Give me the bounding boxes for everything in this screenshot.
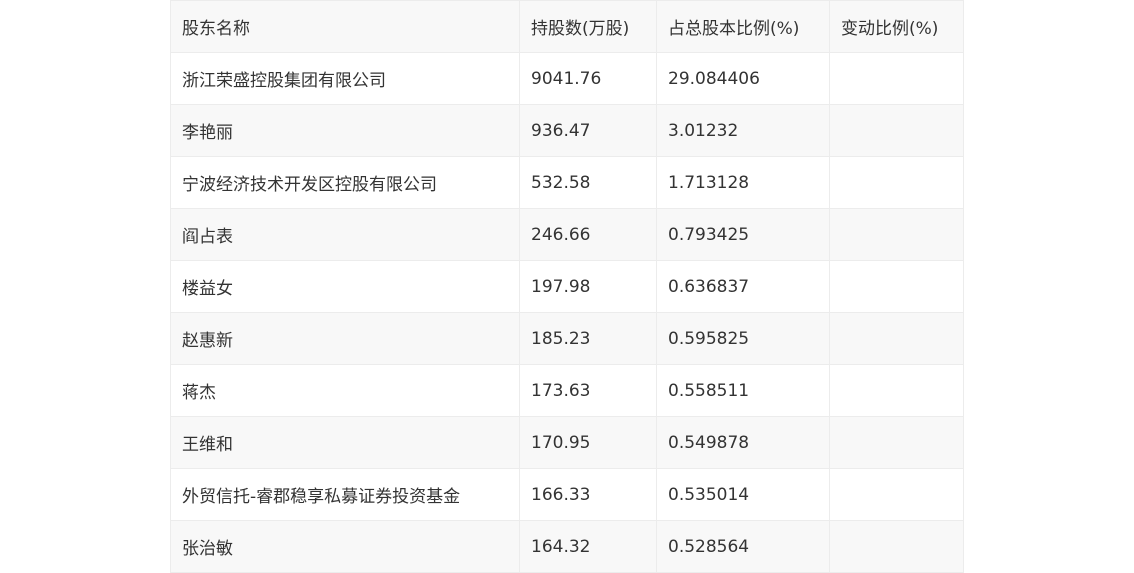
cell-shares-held: 9041.76: [519, 52, 657, 105]
cell-shares-held: 197.98: [519, 260, 657, 313]
cell-change-ratio: [829, 364, 964, 417]
cell-shares-held: 173.63: [519, 364, 657, 417]
cell-share-ratio: 0.528564: [656, 520, 830, 573]
header-shares-held: 持股数(万股): [519, 0, 657, 53]
cell-shareholder-name: 王维和: [170, 416, 520, 469]
cell-share-ratio: 0.595825: [656, 312, 830, 365]
cell-change-ratio: [829, 104, 964, 157]
table-row: 浙江荣盛控股集团有限公司 9041.76 29.084406: [170, 52, 964, 105]
cell-share-ratio: 3.01232: [656, 104, 830, 157]
cell-change-ratio: [829, 52, 964, 105]
cell-share-ratio: 0.636837: [656, 260, 830, 313]
cell-shares-held: 166.33: [519, 468, 657, 521]
shareholder-table-container: 股东名称 持股数(万股) 占总股本比例(%) 变动比例(%) 浙江荣盛控股集团有…: [170, 0, 964, 573]
header-change-ratio: 变动比例(%): [829, 0, 964, 53]
cell-shareholder-name: 浙江荣盛控股集团有限公司: [170, 52, 520, 105]
cell-shares-held: 170.95: [519, 416, 657, 469]
cell-change-ratio: [829, 520, 964, 573]
table-row: 张治敏 164.32 0.528564: [170, 520, 964, 573]
cell-change-ratio: [829, 312, 964, 365]
header-share-ratio: 占总股本比例(%): [656, 0, 830, 53]
cell-shareholder-name: 李艳丽: [170, 104, 520, 157]
table-row: 宁波经济技术开发区控股有限公司 532.58 1.713128: [170, 156, 964, 209]
cell-shares-held: 185.23: [519, 312, 657, 365]
cell-shares-held: 164.32: [519, 520, 657, 573]
cell-change-ratio: [829, 416, 964, 469]
cell-share-ratio: 29.084406: [656, 52, 830, 105]
cell-shareholder-name: 赵惠新: [170, 312, 520, 365]
table-row: 李艳丽 936.47 3.01232: [170, 104, 964, 157]
cell-shareholder-name: 楼益女: [170, 260, 520, 313]
cell-share-ratio: 0.793425: [656, 208, 830, 261]
cell-shareholder-name: 阎占表: [170, 208, 520, 261]
cell-shareholder-name: 外贸信托-睿郡稳享私募证券投资基金: [170, 468, 520, 521]
cell-share-ratio: 0.535014: [656, 468, 830, 521]
cell-change-ratio: [829, 156, 964, 209]
cell-shareholder-name: 宁波经济技术开发区控股有限公司: [170, 156, 520, 209]
cell-change-ratio: [829, 260, 964, 313]
cell-share-ratio: 0.549878: [656, 416, 830, 469]
table-header-row: 股东名称 持股数(万股) 占总股本比例(%) 变动比例(%): [170, 0, 964, 53]
table-row: 楼益女 197.98 0.636837: [170, 260, 964, 313]
table-row: 阎占表 246.66 0.793425: [170, 208, 964, 261]
cell-shareholder-name: 张治敏: [170, 520, 520, 573]
shareholder-table: 股东名称 持股数(万股) 占总股本比例(%) 变动比例(%) 浙江荣盛控股集团有…: [170, 0, 964, 573]
cell-shares-held: 246.66: [519, 208, 657, 261]
table-row: 外贸信托-睿郡稳享私募证券投资基金 166.33 0.535014: [170, 468, 964, 521]
table-row: 王维和 170.95 0.549878: [170, 416, 964, 469]
cell-shareholder-name: 蒋杰: [170, 364, 520, 417]
cell-change-ratio: [829, 468, 964, 521]
cell-shares-held: 532.58: [519, 156, 657, 209]
table-row: 蒋杰 173.63 0.558511: [170, 364, 964, 417]
cell-change-ratio: [829, 208, 964, 261]
header-shareholder-name: 股东名称: [170, 0, 520, 53]
cell-shares-held: 936.47: [519, 104, 657, 157]
cell-share-ratio: 0.558511: [656, 364, 830, 417]
table-row: 赵惠新 185.23 0.595825: [170, 312, 964, 365]
cell-share-ratio: 1.713128: [656, 156, 830, 209]
